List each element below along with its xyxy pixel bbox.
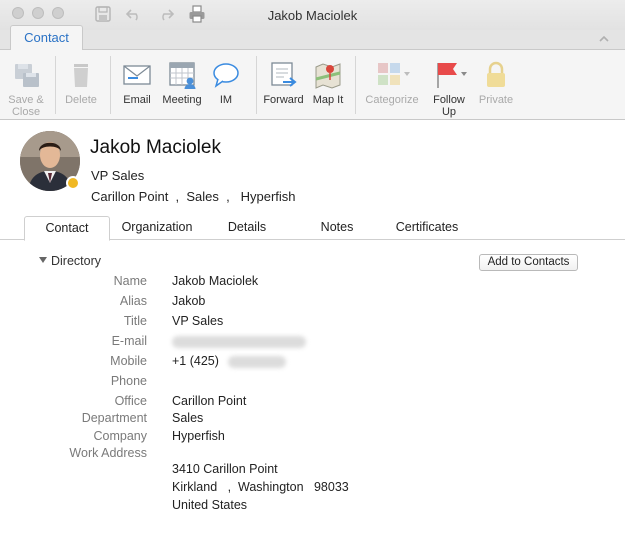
delete-button[interactable]: Delete (61, 60, 101, 106)
tab-certificates[interactable]: Certificates (384, 216, 470, 240)
map-it-button[interactable]: Map It (308, 60, 348, 106)
save-close-button[interactable]: Save & Close (4, 60, 48, 118)
contact-office: Carillon Point (91, 189, 169, 204)
ribbon-tab-contact[interactable]: Contact (10, 25, 83, 51)
tab-organization[interactable]: Organization (112, 216, 202, 240)
forward-label: Forward (263, 94, 304, 106)
follow-up-button[interactable]: Follow Up (426, 60, 472, 118)
lock-icon (487, 61, 505, 87)
private-button[interactable]: Private (476, 60, 516, 106)
tab-notes[interactable]: Notes (302, 216, 372, 240)
private-label: Private (478, 94, 514, 106)
work-address-state: Washington (238, 480, 304, 494)
work-address-label: Work Address (69, 446, 147, 460)
collapse-ribbon-icon[interactable] (597, 32, 611, 46)
company-value: Hyperfish (172, 429, 225, 443)
meeting-label: Meeting (162, 94, 202, 106)
content-tabs: Contact Organization Details Notes Certi… (0, 216, 625, 241)
ribbon-separator (256, 56, 257, 114)
name-value: Jakob Maciolek (172, 274, 259, 288)
save-close-label-line1: Save & (8, 94, 44, 106)
follow-up-label-line2: Up (441, 106, 457, 118)
work-address-city-line: Kirkland , Washington 98033 (172, 480, 349, 494)
categorize-button[interactable]: Categorize (363, 60, 421, 106)
name-label: Name (113, 274, 147, 288)
ribbon: Save & Close Delete Email Meeting IM For… (0, 50, 625, 120)
contact-meta: Carillon Point , Sales , Hyperfish (91, 189, 296, 204)
title-value: VP Sales (172, 314, 224, 328)
email-label: E-mail (111, 334, 147, 348)
calendar-icon (169, 62, 196, 89)
im-label: IM (219, 94, 233, 106)
follow-up-label-line1: Follow (433, 94, 465, 106)
add-to-contacts-button[interactable]: Add to Contacts (479, 254, 578, 271)
map-pin-icon (315, 63, 341, 89)
contact-company: Hyperfish (240, 189, 296, 204)
presence-indicator (66, 176, 80, 190)
title-label: Title (123, 314, 147, 328)
alias-label: Alias (119, 294, 147, 308)
categorize-label: Categorize (365, 94, 419, 106)
title-bar: Jakob Maciolek (0, 0, 625, 30)
save-close-icon (15, 64, 39, 87)
contact-title: VP Sales (91, 168, 145, 183)
department-label: Department (81, 411, 147, 425)
trash-icon (74, 64, 88, 87)
email-label: Email (123, 94, 151, 106)
department-value: Sales (172, 411, 204, 425)
mobile-value: +1 (425) (172, 354, 219, 368)
mobile-label: Mobile (110, 354, 147, 368)
office-value: Carillon Point (172, 394, 247, 408)
work-address-country: United States (172, 498, 248, 512)
contact-name: Jakob Maciolek (90, 137, 221, 158)
contact-department: Sales (186, 189, 219, 204)
tab-contact[interactable]: Contact (24, 216, 110, 241)
mobile-redacted (228, 356, 286, 368)
ribbon-tab-strip: Contact (0, 25, 625, 51)
directory-label: Directory (51, 254, 102, 268)
disclosure-triangle-icon[interactable] (38, 255, 48, 265)
work-address-zip: 98033 (313, 480, 349, 494)
window-title: Jakob Maciolek (267, 8, 358, 23)
work-address-street: 3410 Carillon Point (172, 462, 278, 476)
meeting-button[interactable]: Meeting (159, 60, 205, 106)
ribbon-separator (355, 56, 356, 114)
forward-button[interactable]: Forward (261, 60, 306, 106)
email-redacted (172, 336, 306, 348)
email-icon (123, 65, 151, 85)
tab-details[interactable]: Details (210, 216, 284, 240)
forward-icon (270, 62, 297, 87)
office-label: Office (114, 394, 147, 408)
email-button[interactable]: Email (117, 60, 157, 106)
delete-label: Delete (65, 94, 97, 106)
work-address-city: Kirkland (172, 480, 218, 494)
flag-icon (437, 63, 467, 88)
save-close-label-line2: Close (11, 106, 41, 118)
chat-bubble-icon (213, 63, 239, 88)
im-button[interactable]: IM (208, 60, 244, 106)
phone-label: Phone (110, 374, 147, 388)
categorize-icon (378, 63, 410, 85)
company-label: Company (93, 429, 148, 443)
alias-value: Jakob (172, 294, 206, 308)
ribbon-separator (55, 56, 56, 114)
map-it-label: Map It (312, 94, 344, 106)
ribbon-separator (110, 56, 111, 114)
